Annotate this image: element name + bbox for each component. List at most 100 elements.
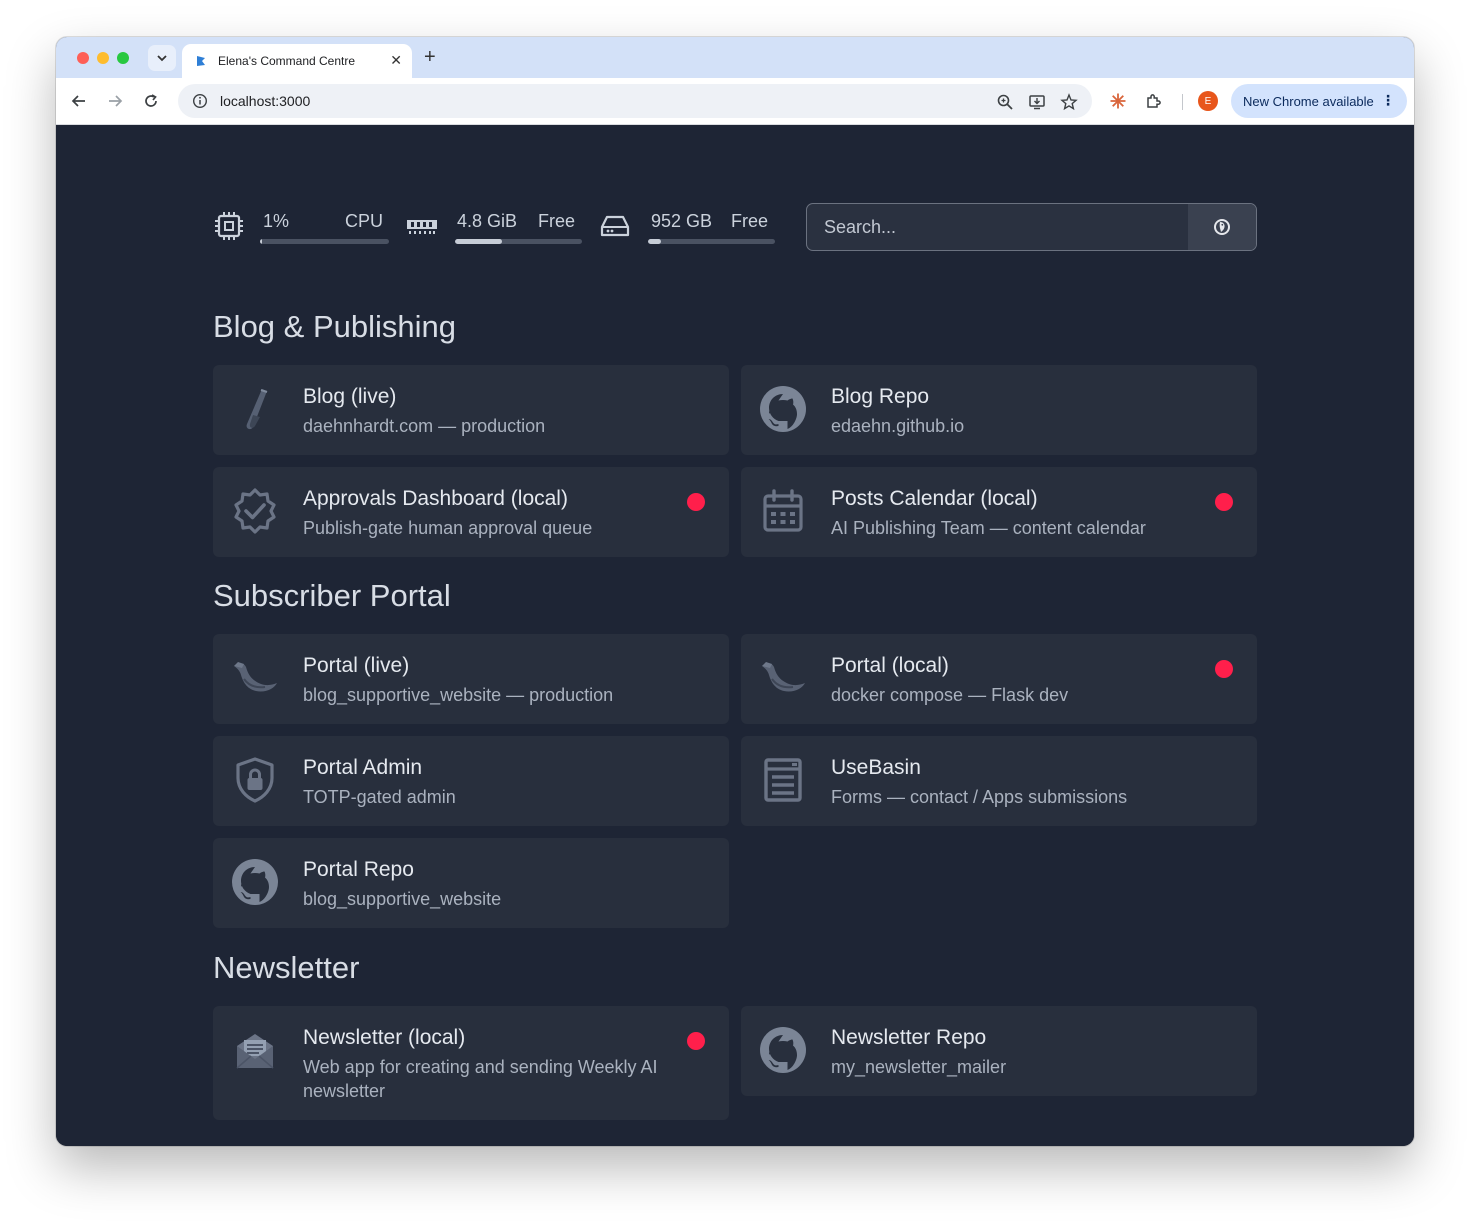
service-subtitle: TOTP-gated admin [303,787,456,807]
duckduckgo-icon [1214,219,1230,235]
claude-extension-icon[interactable] [1109,92,1127,110]
service-title: Approvals Dashboard (local) [303,487,568,510]
flask-horn-icon [762,662,805,692]
chrome-update-button[interactable]: New Chrome available ⋮ [1231,84,1407,118]
disk-value: 952 GB [651,211,713,231]
new-tab-button[interactable]: + [424,47,436,67]
tab-strip: Elena's Command Centre ✕ + [56,37,1414,78]
cpu-icon [215,212,243,240]
back-button[interactable] [70,92,88,110]
address-bar[interactable]: localhost:3000 [178,84,1092,118]
service-card[interactable]: Portal (local) docker compose — Flask de… [741,634,1257,724]
browser-toolbar: localhost:3000 E New Chrome available ⋮ [56,78,1414,125]
forward-button[interactable] [106,92,124,110]
browser-window: Elena's Command Centre ✕ + localhost:300… [56,37,1414,1146]
github-icon [760,386,806,432]
form-icon [764,758,802,802]
service-title: Newsletter (local) [303,1026,466,1049]
url-text: localhost:3000 [220,93,311,109]
memory-usage-bar [455,239,582,244]
section-title: Newsletter [213,950,360,985]
service-subtitle: my_newsletter_mailer [831,1057,1007,1077]
tab-search-button[interactable] [148,45,176,71]
service-subtitle: Web app for creating and sending Weekly … [303,1057,658,1101]
zoom-icon[interactable] [996,93,1014,111]
service-subtitle: AI Publishing Team — content calendar [831,518,1146,538]
chevron-down-icon [157,55,167,62]
extensions-puzzle-icon[interactable] [1145,92,1163,110]
service-card[interactable]: Posts Calendar (local) AI Publishing Tea… [741,467,1257,557]
close-window-button[interactable] [77,52,89,64]
install-app-icon[interactable] [1028,93,1046,111]
status-indicator-dot [687,1032,705,1050]
zoom-window-button[interactable] [117,52,129,64]
service-card[interactable]: Portal Repo blog_supportive_website [213,838,729,928]
service-subtitle: blog_supportive_website — production [303,685,614,705]
memory-icon [407,220,437,234]
mail-open-icon [236,1034,274,1069]
reload-button[interactable] [142,92,160,110]
cpu-usage-bar [260,239,389,244]
cpu-usage-fill [260,239,262,244]
test-tube-icon [246,389,268,430]
section-title: Blog & Publishing [213,309,456,344]
service-card[interactable]: Portal Admin TOTP-gated admin [213,736,729,826]
arrow-left-icon [71,95,85,107]
tab-active[interactable]: Elena's Command Centre ✕ [182,44,412,78]
service-title: Portal Repo [303,858,414,881]
disk-usage-bar [648,239,775,244]
status-indicator-dot [1215,660,1233,678]
service-card[interactable]: UseBasin Forms — contact / Apps submissi… [741,736,1257,826]
service-subtitle: blog_supportive_website [303,889,502,909]
bookmark-star-icon[interactable] [1060,93,1078,111]
profile-avatar[interactable]: E [1198,91,1218,111]
service-title: Portal (live) [303,654,410,677]
disk-usage-fill [648,239,661,244]
tab-favicon-icon [197,56,205,66]
service-card[interactable]: Portal (live) blog_supportive_website — … [213,634,729,724]
service-title: UseBasin [831,756,921,779]
toolbar-separator [1182,94,1183,110]
service-card[interactable]: Newsletter (local) Web app for creating … [213,1006,729,1120]
section-title: Subscriber Portal [213,578,451,613]
cpu-label: CPU [345,211,384,231]
service-title: Blog (live) [303,385,397,408]
github-icon [232,859,278,905]
calendar-icon [763,489,803,532]
reload-icon [145,94,157,107]
more-menu-icon[interactable]: ⋮ [1381,93,1395,107]
service-subtitle: daehnhardt.com — production [303,416,546,436]
service-subtitle: Publish-gate human approval queue [303,518,593,538]
service-subtitle: docker compose — Flask dev [831,685,1069,705]
service-card[interactable]: Approvals Dashboard (local) Publish-gate… [213,467,729,557]
site-info-icon[interactable] [192,93,208,109]
service-title: Newsletter Repo [831,1026,987,1049]
service-title: Blog Repo [831,385,930,408]
verified-badge-icon [234,488,276,534]
service-title: Posts Calendar (local) [831,487,1038,510]
search-box [806,203,1257,251]
service-card[interactable]: Blog (live) daehnhardt.com — production [213,365,729,455]
tab-title: Elena's Command Centre [218,54,356,68]
disk-label: Free [731,211,769,231]
service-subtitle: Forms — contact / Apps submissions [831,787,1128,807]
tab-close-icon[interactable]: ✕ [390,53,402,67]
memory-usage-fill [455,239,502,244]
disk-drive-icon [600,215,630,237]
search-input[interactable] [807,204,1188,250]
update-label: New Chrome available [1243,93,1374,109]
dashboard-page: 1% CPU 4.8 GiB Free 952 GB Free Search..… [56,125,1414,1146]
cpu-value: 1% [263,211,290,231]
flask-horn-icon [234,662,277,692]
minimize-window-button[interactable] [97,52,109,64]
service-card[interactable]: Newsletter Repo my_newsletter_mailer [741,1006,1257,1096]
github-icon [760,1027,806,1073]
status-indicator-dot [687,493,705,511]
arrow-right-icon [109,95,123,107]
memory-value: 4.8 GiB [457,211,518,231]
system-stats: 1% CPU 4.8 GiB Free 952 GB Free [213,210,778,250]
search-engine-button[interactable] [1188,204,1256,250]
service-card[interactable]: Blog Repo edaehn.github.io [741,365,1257,455]
shield-lock-icon [236,757,274,803]
status-indicator-dot [1215,493,1233,511]
